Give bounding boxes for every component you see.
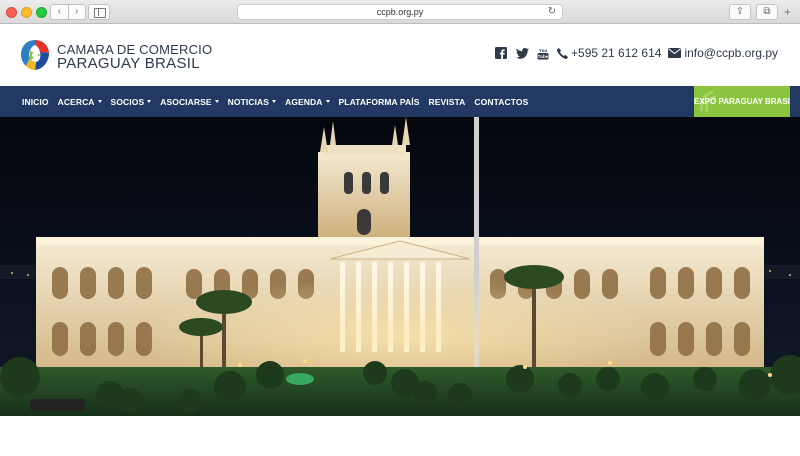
phone-link[interactable]: +595 21 612 614	[557, 46, 661, 60]
twitter-icon[interactable]	[515, 46, 529, 60]
nav-item-asociarse[interactable]: ASOCIARSE	[160, 96, 219, 107]
share-button[interactable]: ⇪	[729, 4, 751, 20]
nav-item-agenda[interactable]: AGENDA	[285, 96, 330, 107]
main-navigation: INICIO ACERCA SOCIOS ASOCIARSE NOTICIAS AGEND…	[0, 86, 800, 117]
brand-line-2: PARAGUAY BRASIL	[57, 55, 200, 72]
nav-item-noticias[interactable]: NOTICIAS	[227, 96, 277, 107]
close-window-button[interactable]	[6, 7, 17, 18]
caret-down-icon	[97, 100, 102, 103]
header-contacts: You Tube +595 21 612 614 info@ccpb.org.py	[494, 46, 778, 60]
page-content-area	[0, 416, 800, 456]
back-button[interactable]: ‹	[51, 5, 69, 19]
email-address: info@ccpb.org.py	[684, 46, 778, 60]
show-tabs-button[interactable]: ⧉	[756, 4, 778, 20]
caret-down-icon	[325, 100, 330, 103]
sidebar-toggle-button[interactable]	[88, 4, 110, 20]
svg-text:You: You	[539, 48, 547, 53]
nav-item-label: REVISTA	[428, 96, 466, 107]
brand-name[interactable]: CAMARA DE COMERCIO PARAGUAY BRASIL	[57, 43, 212, 72]
site-header: CAMARA DE COMERCIO PARAGUAY BRASIL You Tu…	[0, 25, 800, 86]
caret-down-icon	[214, 100, 219, 103]
nav-item-socios[interactable]: SOCIOS	[111, 97, 152, 107]
nav-item-label: ASOCIARSE	[160, 96, 212, 107]
zoom-window-button[interactable]	[36, 7, 47, 18]
address-text: ccpb.org.py	[376, 7, 424, 17]
nav-item-contactos[interactable]: CONTACTOS	[474, 97, 528, 107]
youtube-icon[interactable]: You Tube	[536, 46, 550, 60]
phone-icon	[557, 47, 568, 59]
hero-banner	[0, 117, 800, 416]
chamber-logo[interactable]	[18, 38, 52, 72]
browser-toolbar: ‹ › ccpb.org.py ↻ ⇪ ⧉ +	[0, 0, 800, 24]
svg-text:Tube: Tube	[538, 54, 549, 59]
history-buttons: ‹ ›	[50, 4, 86, 20]
facebook-icon[interactable]	[494, 46, 508, 60]
caret-down-icon	[147, 100, 152, 103]
nav-item-label: CONTACTOS	[474, 96, 529, 107]
nav-item-label: INICIO	[22, 96, 49, 107]
forward-button[interactable]: ›	[69, 5, 86, 19]
nav-item-label: SOCIOS	[110, 96, 145, 107]
nav-item-plataforma-pa-s[interactable]: PLATAFORMA PAÍS	[339, 97, 420, 107]
reload-icon[interactable]: ↻	[548, 5, 556, 19]
nav-item-label: AGENDA	[285, 96, 323, 107]
phone-number: +595 21 612 614	[571, 46, 662, 60]
nav-item-label: PLATAFORMA PAÍS	[338, 96, 420, 107]
nav-item-acerca[interactable]: ACERCA	[58, 97, 102, 107]
expo-label: EXPO PARAGUAY BRASIL	[694, 97, 790, 106]
new-tab-button[interactable]: +	[784, 5, 791, 19]
email-link[interactable]: info@ccpb.org.py	[668, 46, 778, 60]
nav-item-revista[interactable]: REVISTA	[429, 97, 466, 107]
address-bar[interactable]: ccpb.org.py ↻	[237, 4, 563, 20]
nav-item-inicio[interactable]: INICIO	[22, 97, 49, 107]
caret-down-icon	[272, 100, 277, 103]
envelope-icon	[668, 48, 682, 58]
palace-night-photo	[0, 117, 800, 416]
minimize-window-button[interactable]	[21, 7, 32, 18]
nav-item-label: ACERCA	[57, 96, 95, 107]
nav-item-label: NOTICIAS	[227, 96, 270, 107]
nav-menu: INICIO ACERCA SOCIOS ASOCIARSE NOTICIAS AGEND…	[22, 86, 528, 117]
expo-paraguay-brasil-button[interactable]: EXPO PARAGUAY BRASIL	[694, 86, 790, 117]
